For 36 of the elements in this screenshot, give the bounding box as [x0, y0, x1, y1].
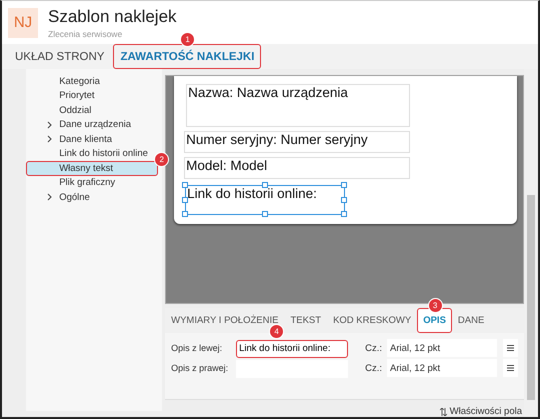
window-subtitle: Zlecenia serwisowe: [48, 28, 124, 38]
tree-item[interactable]: Dane klienta: [26, 132, 158, 146]
property-tab[interactable]: DANE: [452, 308, 490, 334]
menu-icon[interactable]: [503, 359, 518, 378]
property-tab[interactable]: TEKST: [284, 308, 328, 334]
label-text-field[interactable]: Nazwa: Nazwa urządzenia: [186, 84, 410, 127]
label-text-field[interactable]: Link do historii online:: [185, 185, 346, 215]
field-properties-button[interactable]: Właściwości pola: [440, 406, 522, 417]
app-logo: NJ: [8, 8, 38, 38]
tree-item[interactable]: Własny tekst: [26, 161, 158, 176]
font-label: Cz.:: [365, 342, 382, 354]
font-field[interactable]: Arial, 12 pkt: [387, 359, 497, 378]
tree-item[interactable]: Priorytet: [26, 88, 158, 103]
sort-arrows-icon: [440, 408, 447, 416]
label-text-field[interactable]: Model: Model: [184, 157, 410, 179]
chevron-right-icon[interactable]: [46, 193, 54, 202]
tree-item[interactable]: Kategoria: [26, 74, 158, 88]
tree-item[interactable]: Ogólne: [26, 190, 158, 204]
tree-item[interactable]: Oddzial: [26, 103, 158, 118]
tab[interactable]: UKŁAD STRONY: [8, 44, 112, 69]
callout-badge: 1: [180, 32, 196, 47]
window-title: Szablon naklejek: [48, 6, 177, 26]
font-field[interactable]: Arial, 12 pkt: [387, 339, 497, 358]
text-input[interactable]: [236, 360, 348, 378]
callout-badge: 4: [269, 324, 284, 340]
property-tab[interactable]: OPIS: [417, 308, 452, 334]
text-input[interactable]: Link do historii online:: [236, 340, 348, 358]
label-text-field[interactable]: Numer seryjny: Numer seryjny: [184, 131, 410, 153]
font-label: Cz.:: [365, 362, 382, 374]
field-label: Opis z lewej:: [171, 343, 224, 354]
menu-icon[interactable]: [503, 339, 518, 358]
tree-item[interactable]: Plik graficzny: [26, 176, 158, 190]
field-label: Opis z prawej:: [171, 363, 230, 374]
property-tab[interactable]: KOD KRESKOWY: [327, 308, 418, 334]
tree-item[interactable]: Dane urządzenia: [26, 118, 158, 132]
tab[interactable]: ZAWARTOŚĆ NAKLEJKI: [113, 44, 262, 69]
